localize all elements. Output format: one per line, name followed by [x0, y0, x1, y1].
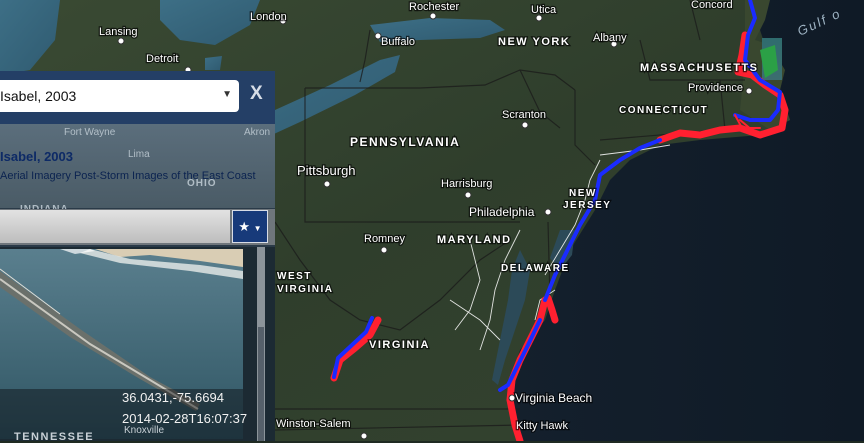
- city-label-utica: Utica: [531, 4, 557, 16]
- state-label-maryland: MARYLAND: [437, 234, 512, 246]
- state-label-massachusetts: MASSACHUSETTS: [640, 62, 759, 74]
- photo-coordinates: 36.0431,-75.6694: [122, 390, 224, 405]
- city-label-detroit: Detroit: [146, 53, 178, 65]
- photo-search-row: ★ ▼: [0, 209, 275, 245]
- city-label-lansing: Lansing: [99, 26, 138, 38]
- city-label-london: London: [250, 11, 287, 23]
- bg-label-fort-wayne: Fort Wayne: [64, 127, 116, 138]
- caret-down-icon: ▼: [253, 224, 262, 233]
- bg-label-tennessee: TENNESSEE: [14, 431, 95, 443]
- storm-title: Isabel, 2003: [0, 149, 73, 164]
- city-label-scranton: Scranton: [502, 109, 546, 121]
- city-label-concord: Concord: [691, 0, 733, 11]
- storm-select-value: Isabel, 2003: [0, 88, 77, 104]
- city-label-philadelphia: Philadelphia: [469, 205, 535, 219]
- city-label-virginia-beach: Virginia Beach: [515, 391, 592, 405]
- state-label-west-virginia-1: WEST: [277, 271, 312, 282]
- city-label-providence: Providence: [688, 82, 743, 94]
- state-label-delaware: DELAWARE: [501, 263, 570, 274]
- bg-label-akron: Akron: [244, 127, 271, 138]
- photo-area: 36.0431,-75.6694 2014-02-28T16:07:37 TEN…: [0, 247, 275, 443]
- chevron-down-icon: ▼: [222, 89, 232, 100]
- lake-stclair: [205, 56, 222, 70]
- state-label-west-virginia-2: VIRGINIA: [277, 284, 333, 295]
- storm-panel: Isabel, 2003 ▼ X Fort Wayne Akron Lima O…: [0, 71, 275, 443]
- city-label-pittsburgh: Pittsburgh: [297, 163, 356, 178]
- favorites-button[interactable]: ★ ▼: [232, 210, 268, 243]
- photo-timestamp: 2014-02-28T16:07:37: [122, 411, 248, 426]
- city-label-kitty-hawk: Kitty Hawk: [516, 420, 568, 432]
- city-label-romney: Romney: [364, 233, 405, 245]
- panel-header: Isabel, 2003 ▼ X: [0, 71, 275, 124]
- state-label-new-jersey-2: JERSEY: [563, 200, 611, 211]
- star-icon: ★: [238, 219, 251, 234]
- city-label-winston-salem: Winston-Salem: [276, 418, 351, 430]
- photo-scrollbar-thumb[interactable]: [258, 327, 264, 441]
- bg-label-lima: Lima: [128, 149, 150, 160]
- city-label-buffalo: Buffalo: [381, 36, 415, 48]
- city-label-harrisburg: Harrisburg: [441, 178, 492, 190]
- search-input[interactable]: [0, 210, 230, 243]
- city-label-rochester: Rochester: [409, 1, 459, 13]
- storm-subtitle: Aerial Imagery Post-Storm Images of the …: [0, 170, 256, 182]
- storm-select[interactable]: Isabel, 2003 ▼: [0, 80, 239, 112]
- bg-label-knoxville: Knoxville: [124, 425, 165, 436]
- close-button[interactable]: X: [250, 83, 263, 105]
- state-label-new-jersey-1: NEW: [569, 188, 597, 199]
- state-label-new-york: NEW YORK: [498, 36, 570, 48]
- state-label-pennsylvania: PENNSYLVANIA: [350, 135, 460, 149]
- state-label-virginia: VIRGINIA: [369, 339, 430, 351]
- city-label-albany: Albany: [593, 32, 627, 44]
- state-label-connecticut: CONNECTICUT: [619, 105, 708, 116]
- storm-info-area: Fort Wayne Akron Lima OHIO INDIANA: [0, 124, 275, 215]
